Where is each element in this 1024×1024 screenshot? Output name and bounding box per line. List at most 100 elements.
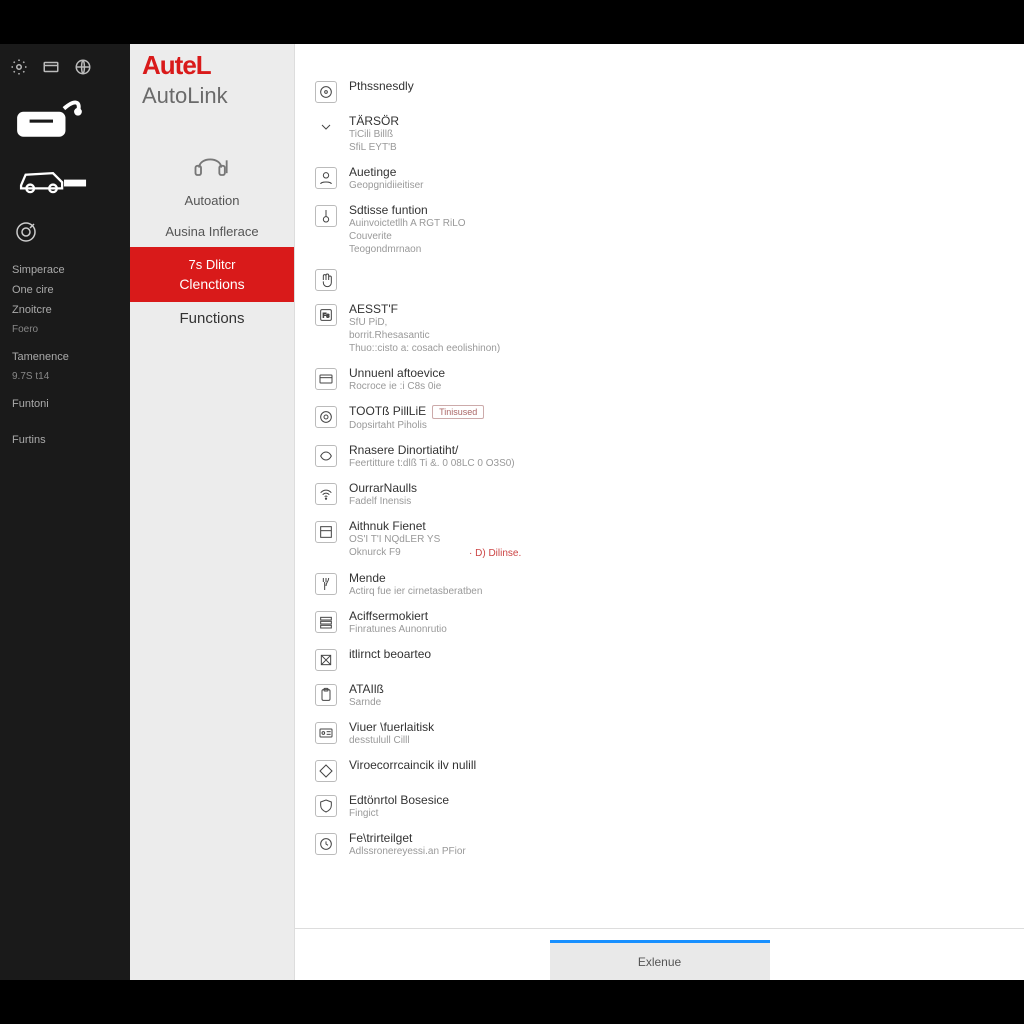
list-item[interactable]: itlirnct beoarteo — [315, 642, 1024, 677]
sidebar-item-label: 7s Dlitcr — [130, 257, 294, 272]
rail-link[interactable]: Simperace — [12, 260, 118, 280]
list-item[interactable]: Fe\trirteilgetAdlssronereyessi.an PFior — [315, 826, 1024, 864]
list-item-subtitle: Actirq fue ier cirnetasberatben — [349, 585, 482, 598]
list-item[interactable]: Sdtisse funtionAuinvoictetllh A RGT RiLO… — [315, 198, 1024, 262]
list-item-subtitle: Adlssronereyessi.an PFior — [349, 845, 466, 858]
list-item-title: OurrarNaulls — [349, 481, 417, 495]
sidebar-item-autoation[interactable]: Autoation — [130, 185, 294, 216]
hand-icon — [315, 269, 337, 291]
list-item-subtitle: desstulull Cilll — [349, 734, 434, 747]
list-item-title: Rnasere Dinortiatiht/ — [349, 443, 515, 457]
list-item[interactable]: Unnuenl aftoeviceRocroce ie :i C8s 0ie — [315, 361, 1024, 399]
diagnostic-icon[interactable] — [0, 214, 130, 250]
rail-link[interactable]: Foero — [12, 320, 118, 339]
list-item[interactable]: Viroecorrcaincik ilv nulill — [315, 753, 1024, 788]
list-item-subtitle: Fingict — [349, 807, 449, 820]
svg-text:Fs: Fs — [323, 314, 330, 320]
execute-button[interactable]: Exlenue — [550, 940, 770, 980]
list-item-subtitle: Finratunes Aunonrutio — [349, 623, 447, 636]
brand-logo: AuteL — [130, 44, 294, 83]
list-item[interactable]: AuetingeGeopgnidiieitiser — [315, 160, 1024, 198]
list-item-subtitle: TiCili Billß — [349, 128, 399, 141]
ring2-icon — [315, 833, 337, 855]
list-item-subtitle: Fadelf Inensis — [349, 495, 417, 508]
list-item[interactable]: TOOTß PillLiETinisusedDopsirtaht Piholis — [315, 399, 1024, 438]
shield-icon — [315, 795, 337, 817]
list-item-subtitle: SfiL EYT'B — [349, 141, 399, 154]
list-item-title: itlirnct beoarteo — [349, 647, 431, 661]
list-item-title: Pthssnesdly — [349, 79, 414, 93]
rail-link[interactable]: Furtins — [12, 430, 118, 450]
list-item[interactable]: ATAIlßSarnde — [315, 677, 1024, 715]
list-item-title: TOOTß PillLiETinisused — [349, 404, 484, 419]
sidebar-item-clenctions[interactable]: 7s Dlitcr Clenctions — [130, 247, 294, 302]
list-item-title: Viroecorrcaincik ilv nulill — [349, 758, 476, 772]
list-item-title: Auetinge — [349, 165, 424, 179]
list-item[interactable] — [315, 262, 1024, 297]
headset-icon — [130, 149, 294, 185]
rail-link[interactable]: One cire — [12, 280, 118, 300]
list-item-subtitle: Geopgnidiieitiser — [349, 179, 424, 192]
disc-icon — [315, 81, 337, 103]
person-icon — [315, 167, 337, 189]
list-item[interactable]: FsAESST'FSfU PiD,borrit.RhesasanticThuo:… — [315, 297, 1024, 361]
list-item[interactable]: TÄRSÖRTiCili BillßSfiL EYT'B — [315, 109, 1024, 160]
bottom-bar: Exlenue — [295, 928, 1024, 980]
status-badge: Tinisused — [432, 405, 484, 419]
list-item[interactable]: Rnasere Dinortiatiht/Feertitture t:dlß T… — [315, 438, 1024, 476]
list-item-title: Mende — [349, 571, 482, 585]
printer-icon[interactable] — [0, 90, 130, 157]
list-item[interactable]: Pthssnesdly — [315, 74, 1024, 109]
rail-link-sub: 9.7S t14 — [12, 367, 118, 386]
chev-icon — [315, 116, 337, 138]
list-item[interactable]: Edtönrtol BosesiceFingict — [315, 788, 1024, 826]
function-list: PthssnesdlyTÄRSÖRTiCili BillßSfiL EYT'BA… — [295, 44, 1024, 934]
card-icon — [315, 368, 337, 390]
list-item[interactable]: Viuer \fuerlaitiskdesstulull Cilll — [315, 715, 1024, 753]
clip-icon — [315, 684, 337, 706]
list-item-title: TÄRSÖR — [349, 114, 399, 128]
list-item-subtitle: Thuo::cisto a: cosach eeolishinon) — [349, 342, 500, 355]
gear-icon[interactable] — [10, 58, 28, 76]
list-item-subtitle: Couverite — [349, 230, 466, 243]
sidebar-item-functions[interactable]: Functions — [130, 302, 294, 335]
app-window: Simperace One cire Znoitcre Foero Tamene… — [0, 44, 1024, 980]
list-item[interactable]: AciffsermokiertFinratunes Aunonrutio — [315, 604, 1024, 642]
list-item-subtitle: Oknurck F9 — [349, 546, 440, 559]
rail-links: Simperace One cire Znoitcre Foero Tamene… — [0, 250, 130, 450]
list-item-title: Unnuenl aftoevice — [349, 366, 445, 380]
list-item-subtitle: Sarnde — [349, 696, 384, 709]
therm-icon — [315, 205, 337, 227]
main-area: PthssnesdlyTÄRSÖRTiCili BillßSfiL EYT'BA… — [295, 44, 1024, 980]
rail-link[interactable]: Tamenence — [12, 347, 118, 367]
sidebar-item-sublabel: Clenctions — [130, 276, 294, 292]
list-item-title: Aithnuk Fienet — [349, 519, 440, 533]
list-item-subtitle: borrit.Rhesasantic — [349, 329, 500, 342]
list-item[interactable]: OurrarNaullsFadelf Inensis — [315, 476, 1024, 514]
list-item-subtitle: OS'I T'I NQdLER YS — [349, 533, 440, 546]
asst-icon: Fs — [315, 304, 337, 326]
list-item-title: AESST'F — [349, 302, 500, 316]
globe-icon[interactable] — [74, 58, 92, 76]
rail-link[interactable]: Znoitcre — [12, 300, 118, 320]
list-item[interactable]: Aithnuk FienetOS'I T'I NQdLER YSOknurck … — [315, 514, 1024, 566]
dark-rail: Simperace One cire Znoitcre Foero Tamene… — [0, 44, 130, 980]
rail-link[interactable]: Funtoni — [12, 394, 118, 414]
car-icon[interactable] — [0, 157, 130, 214]
list-item-subtitle: Dopsirtaht Piholis — [349, 419, 484, 432]
card2-icon — [315, 722, 337, 744]
card-icon[interactable] — [42, 58, 60, 76]
box-icon — [315, 521, 337, 543]
product-title: AutoLink — [130, 83, 294, 149]
list-item[interactable]: MendeActirq fue ier cirnetasberatben — [315, 566, 1024, 604]
list-item-title: Aciffsermokiert — [349, 609, 447, 623]
list-item-title: Edtönrtol Bosesice — [349, 793, 449, 807]
list-item-subtitle: Auinvoictetllh A RGT RiLO — [349, 217, 466, 230]
ring-icon — [315, 406, 337, 428]
box2-icon — [315, 649, 337, 671]
list-item-warning: · D) Dilinse. — [469, 547, 560, 560]
sidebar-item-interface[interactable]: Ausina Inflerace — [130, 216, 294, 247]
list-item-subtitle: Rocroce ie :i C8s 0ie — [349, 380, 445, 393]
swirl-icon — [315, 445, 337, 467]
fork-icon — [315, 573, 337, 595]
